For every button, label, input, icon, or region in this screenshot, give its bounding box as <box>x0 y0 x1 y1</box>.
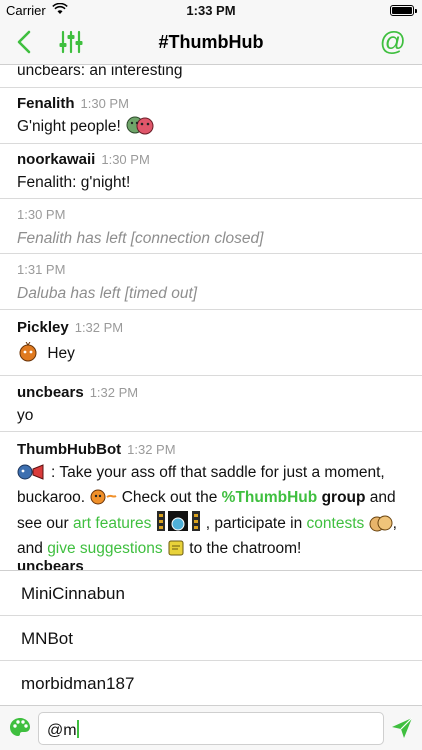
channel-title: #ThumbHub <box>158 32 264 52</box>
note-emote-icon <box>168 540 184 556</box>
system-message-daluba-left: 1:31 PM Daluba has left [timed out] <box>0 254 422 310</box>
orange-wink-emote-icon <box>90 489 117 505</box>
art-features-link[interactable]: art features <box>73 515 151 532</box>
message-time: 1:31 PM <box>17 262 66 277</box>
status-bar: Carrier 1:33 PM <box>0 0 422 20</box>
battery-icon <box>390 5 417 16</box>
orange-creature-emote-icon <box>19 342 37 362</box>
message-text: Hey <box>47 345 75 362</box>
pink-faces-emote-icon <box>126 116 154 135</box>
autocomplete-item[interactable]: morbidman187 <box>0 661 422 706</box>
send-icon[interactable] <box>390 716 414 740</box>
message-list[interactable]: uncbears: an interesting Fenalith 1:30 PM… <box>0 65 422 570</box>
system-message-fenalith-left: 1:30 PM Fenalith has left [connection cl… <box>0 199 422 254</box>
message-text: : Take your ass off that saddle for just… <box>17 464 397 557</box>
clock: 1:33 PM <box>186 3 236 18</box>
message-author[interactable]: noorkawaii <box>17 151 95 168</box>
message-author[interactable]: ThumbHubBot <box>17 441 121 458</box>
compose-bar: @m <box>0 705 422 750</box>
contests-link[interactable]: contests <box>307 515 365 532</box>
message-time: 1:32 PM <box>89 385 139 400</box>
message-fenalith: Fenalith 1:30 PM G'night people! <box>0 88 422 144</box>
message-noorkawaii: noorkawaii 1:30 PM Fenalith: g'night! <box>0 144 422 199</box>
message-author[interactable]: uncbears <box>17 558 84 570</box>
message-pickley: Pickley 1:32 PM Hey <box>0 310 422 376</box>
group-link[interactable]: %ThumbHub <box>222 489 318 506</box>
mention-button[interactable]: @ <box>380 26 406 57</box>
message-uncbears: uncbears 1:32 PM yo <box>0 376 422 432</box>
autocomplete-item[interactable]: MNBot <box>0 616 422 661</box>
message-time: 1:30 PM <box>17 207 66 222</box>
message-author[interactable]: Fenalith <box>17 95 75 112</box>
film-strip-emote-icon <box>156 511 200 531</box>
message-time: 1:32 PM <box>74 320 124 335</box>
message-time: 1:32 PM <box>127 442 176 457</box>
message-time: 1:30 PM <box>101 152 150 167</box>
message-uncbears-partial: uncbears <box>0 558 422 570</box>
system-text: Daluba has left [timed out] <box>17 285 198 302</box>
message-author[interactable]: uncbears <box>17 384 84 401</box>
message-input[interactable]: @m <box>38 712 384 745</box>
message-author[interactable]: Pickley <box>17 319 69 336</box>
message-thumbhubbot: ThumbHubBot 1:32 PM : Take your ass off t… <box>0 432 422 562</box>
message-partial: uncbears: an interesting <box>0 65 422 88</box>
give-suggestions-link[interactable]: give suggestions <box>47 540 162 557</box>
text-caret <box>76 720 79 738</box>
message-text: uncbears: an interesting <box>17 65 183 79</box>
message-text: Fenalith: g'night! <box>17 174 131 191</box>
mention-autocomplete-list: MiniCinnabun MNBot morbidman187 <box>0 570 422 706</box>
nav-bar: #ThumbHub @ <box>0 20 422 65</box>
message-text: yo <box>17 407 34 424</box>
message-text: G'night people! <box>17 118 121 135</box>
palette-icon[interactable] <box>8 716 32 740</box>
megaphone-emote-icon <box>17 464 44 480</box>
autocomplete-item[interactable]: MiniCinnabun <box>0 571 422 616</box>
system-text: Fenalith has left [connection closed] <box>17 230 264 247</box>
contest-faces-emote-icon <box>369 515 393 532</box>
message-time: 1:30 PM <box>80 96 129 111</box>
